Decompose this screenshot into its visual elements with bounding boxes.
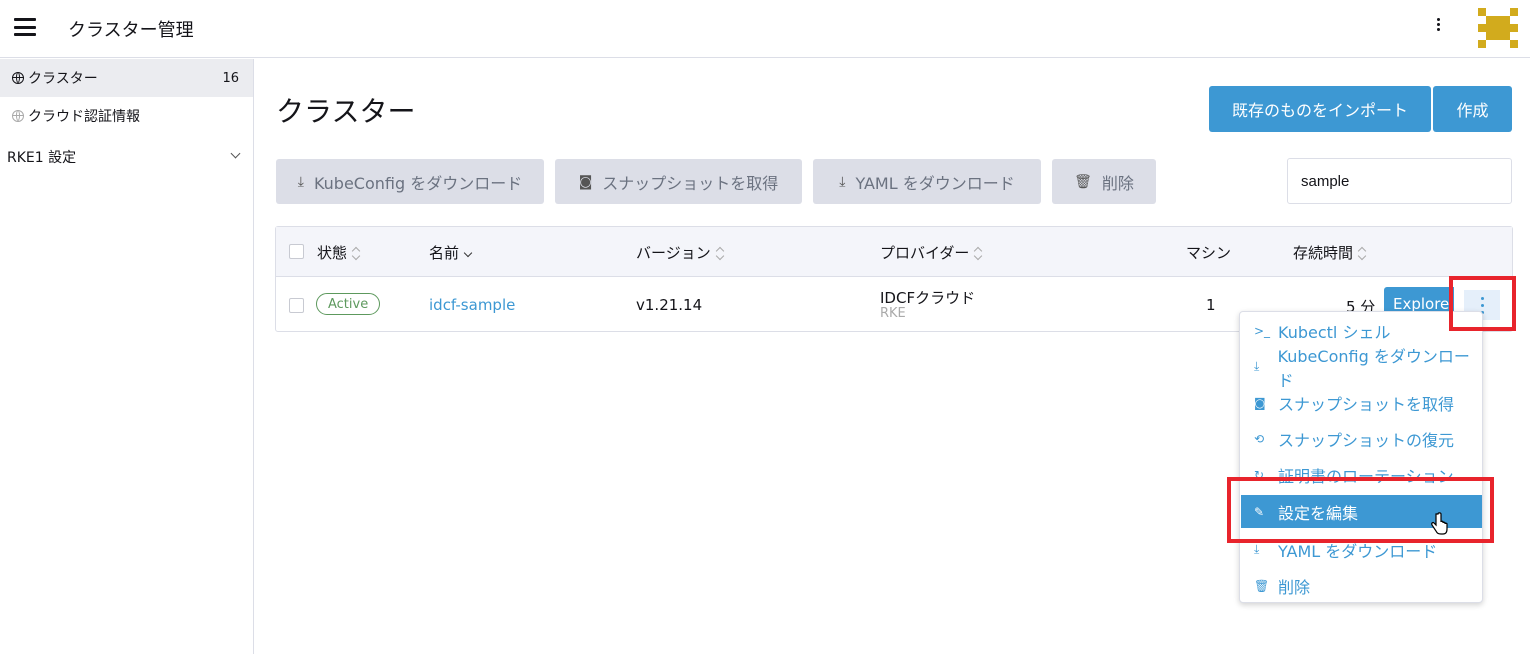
sort-icon (1358, 247, 1366, 259)
trash-icon: 🗑 (1254, 578, 1270, 593)
sidebar-item-count: 16 (222, 70, 239, 86)
app-title: クラスター管理 (68, 20, 194, 41)
cluster-version: v1.21.14 (636, 296, 703, 314)
select-all-checkbox[interactable] (289, 244, 304, 259)
sidebar-item-label: クラスター (28, 71, 98, 87)
menu-item-download-kubeconfig[interactable]: ⤓ KubeConfig をダウンロード (1241, 347, 1482, 390)
chevron-down-icon (230, 148, 241, 159)
column-header-age[interactable]: 存続時間 (1293, 242, 1366, 263)
sidebar-group-label: RKE1 設定 (7, 150, 77, 166)
delete-button[interactable]: 🗑 削除 (1052, 159, 1156, 204)
column-label: 存続時間 (1293, 244, 1354, 262)
avatar[interactable] (1478, 8, 1518, 48)
sort-icon (352, 247, 360, 259)
sidebar-item-label: クラウド認証情報 (28, 109, 140, 125)
status-badge: Active (316, 293, 381, 315)
menu-item-label: スナップショットの復元 (1278, 430, 1455, 450)
button-label: KubeConfig をダウンロード (313, 173, 523, 193)
globe-icon (12, 110, 24, 122)
create-button[interactable]: 作成 (1433, 86, 1512, 132)
column-header-version[interactable]: バージョン (636, 242, 724, 263)
sort-down-icon (464, 247, 472, 259)
table-header: 状態 名前 バージョン プロバイダー マシン 存続時間 (276, 227, 1512, 277)
column-label: バージョン (636, 244, 711, 262)
row-checkbox[interactable] (289, 298, 304, 313)
highlight-box-edit-config (1227, 477, 1494, 543)
globe-icon (12, 72, 24, 84)
hand-cursor-icon (1431, 512, 1448, 535)
sidebar-group-rke1[interactable]: RKE1 設定 (0, 137, 253, 177)
sidebar-item-cloud-credentials[interactable]: クラウド認証情報 (0, 97, 253, 135)
column-header-machines: マシン (1186, 242, 1231, 263)
page-title: クラスター (276, 95, 416, 128)
download-icon: ⤓ (1254, 542, 1260, 556)
sort-icon (974, 247, 982, 259)
menu-item-label: スナップショットを取得 (1278, 394, 1455, 414)
camera-icon: ◙ (578, 173, 593, 190)
download-kubeconfig-button[interactable]: ⤓ KubeConfig をダウンロード (276, 159, 544, 204)
download-icon: ⤓ (839, 173, 846, 190)
cluster-name-link[interactable]: idcf-sample (429, 296, 515, 314)
import-button[interactable]: 既存のものをインポート (1209, 86, 1431, 132)
menu-item-label: Kubectl シェル (1278, 322, 1391, 342)
search-input[interactable] (1287, 158, 1512, 204)
cluster-provider-sub: RKE (880, 306, 906, 321)
highlight-box-row-actions (1449, 276, 1516, 331)
cluster-provider: IDCFクラウド (880, 289, 976, 307)
column-label: 状態 (317, 244, 348, 262)
top-bar: クラスター管理 (0, 0, 1530, 58)
column-header-state[interactable]: 状態 (317, 242, 360, 263)
column-header-name[interactable]: 名前 (429, 242, 472, 263)
menu-icon[interactable] (14, 18, 36, 36)
button-label: スナップショットを取得 (602, 173, 779, 193)
button-label: 削除 (1101, 173, 1134, 193)
camera-icon: ◙ (1254, 395, 1266, 410)
column-header-provider[interactable]: プロバイダー (880, 242, 982, 263)
terminal-icon: >_ (1254, 323, 1271, 338)
menu-item-label: 削除 (1278, 577, 1311, 597)
download-icon: ⤓ (1254, 359, 1260, 373)
sidebar-item-clusters[interactable]: クラスター 16 (0, 59, 253, 97)
column-label: プロバイダー (880, 244, 970, 262)
take-snapshot-button[interactable]: ◙ スナップショットを取得 (555, 159, 802, 204)
trash-icon: 🗑 (1074, 173, 1092, 190)
menu-item-label: KubeConfig をダウンロード (1277, 346, 1470, 390)
sidebar: クラスター 16 クラウド認証情報 RKE1 設定 (0, 59, 254, 654)
row-action-menu: >_ Kubectl シェル ⤓ KubeConfig をダウンロード ◙ スナ… (1239, 311, 1483, 603)
button-label: YAML をダウンロード (855, 173, 1015, 193)
sort-icon (716, 247, 724, 259)
column-label: 名前 (429, 244, 460, 262)
menu-item-restore-snapshot[interactable]: ⟲ スナップショットの復元 (1241, 422, 1482, 455)
menu-item-take-snapshot[interactable]: ◙ スナップショットを取得 (1241, 386, 1482, 419)
restore-icon: ⟲ (1254, 431, 1265, 446)
column-label: マシン (1186, 244, 1232, 262)
more-options-icon[interactable] (1430, 16, 1446, 38)
cluster-machines: 1 (1206, 296, 1216, 314)
download-yaml-button[interactable]: ⤓ YAML をダウンロード (813, 159, 1041, 204)
menu-item-delete[interactable]: 🗑 削除 (1241, 569, 1482, 602)
download-icon: ⤓ (297, 173, 304, 190)
